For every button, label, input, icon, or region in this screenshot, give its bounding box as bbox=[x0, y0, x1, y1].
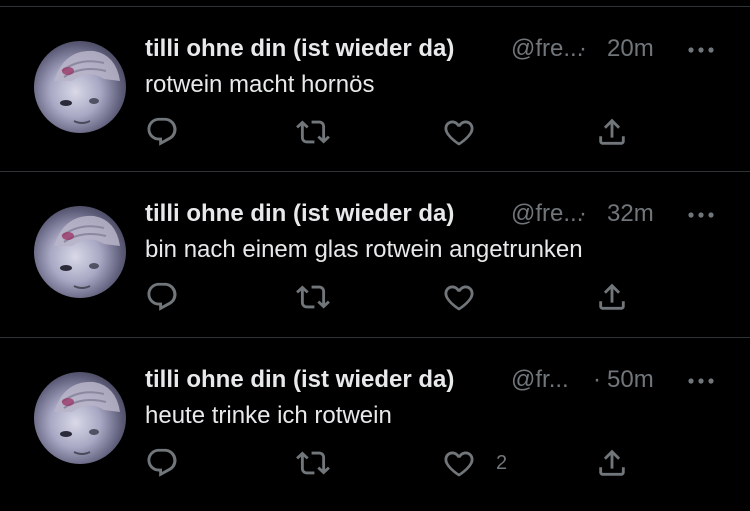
reply-icon bbox=[147, 282, 177, 311]
tweet-header: tilli ohne din (ist wieder da) @fre... ·… bbox=[145, 32, 750, 66]
tweet[interactable]: tilli ohne din (ist wieder da) @fr... · … bbox=[0, 338, 750, 511]
timestamp[interactable]: 50m bbox=[607, 363, 654, 397]
display-name[interactable]: tilli ohne din (ist wieder da) bbox=[145, 32, 454, 66]
user-handle[interactable]: @fre... bbox=[511, 32, 583, 66]
retweet-icon bbox=[296, 285, 330, 309]
separator: · bbox=[593, 366, 601, 393]
tweet-header: tilli ohne din (ist wieder da) @fr... · … bbox=[145, 363, 750, 397]
share-button[interactable] bbox=[595, 112, 629, 152]
tweet-header: tilli ohne din (ist wieder da) @fre... ·… bbox=[145, 197, 750, 231]
retweet-icon bbox=[296, 451, 330, 475]
share-button[interactable] bbox=[595, 277, 629, 317]
tweet-actions bbox=[145, 277, 645, 317]
tweet-text: bin nach einem glas rotwein angetrunken bbox=[145, 236, 583, 263]
separator: · bbox=[579, 200, 587, 227]
like-button[interactable]: 2 bbox=[442, 443, 507, 483]
share-button[interactable] bbox=[595, 443, 629, 483]
retweet-button[interactable] bbox=[296, 443, 330, 483]
more-icon[interactable] bbox=[685, 363, 717, 397]
tweet[interactable]: tilli ohne din (ist wieder da) @fre... ·… bbox=[0, 172, 750, 338]
like-button[interactable] bbox=[442, 277, 496, 317]
avatar[interactable] bbox=[34, 206, 126, 298]
tweet-actions: 2 bbox=[145, 443, 645, 483]
like-button[interactable] bbox=[442, 112, 496, 152]
reply-button[interactable] bbox=[145, 112, 179, 152]
tweet-text: heute trinke ich rotwein bbox=[145, 402, 392, 429]
share-icon bbox=[599, 283, 625, 310]
tweet[interactable]: tilli ohne din (ist wieder da) @fre... ·… bbox=[0, 6, 750, 172]
tweet-actions bbox=[145, 112, 645, 152]
avatar[interactable] bbox=[34, 372, 126, 464]
user-handle[interactable]: @fre... bbox=[511, 197, 583, 231]
user-handle[interactable]: @fr... bbox=[511, 363, 569, 397]
timeline: tilli ohne din (ist wieder da) @fre... ·… bbox=[0, 0, 750, 511]
separator: · bbox=[579, 35, 587, 62]
share-icon bbox=[599, 449, 625, 476]
timestamp[interactable]: 20m bbox=[607, 32, 654, 66]
reply-icon bbox=[147, 448, 177, 477]
retweet-icon bbox=[296, 120, 330, 144]
retweet-button[interactable] bbox=[296, 277, 330, 317]
reply-button[interactable] bbox=[145, 277, 179, 317]
timestamp[interactable]: 32m bbox=[607, 197, 654, 231]
heart-icon bbox=[444, 451, 474, 477]
more-icon[interactable] bbox=[685, 197, 717, 231]
retweet-button[interactable] bbox=[296, 112, 330, 152]
display-name[interactable]: tilli ohne din (ist wieder da) bbox=[145, 363, 454, 397]
tweet-text: rotwein macht hornös bbox=[145, 71, 375, 98]
like-count: 2 bbox=[496, 451, 508, 474]
share-icon bbox=[599, 118, 625, 145]
avatar[interactable] bbox=[34, 41, 126, 133]
heart-icon bbox=[444, 285, 474, 311]
reply-button[interactable] bbox=[145, 443, 179, 483]
more-icon[interactable] bbox=[685, 32, 717, 66]
display-name[interactable]: tilli ohne din (ist wieder da) bbox=[145, 197, 454, 231]
reply-icon bbox=[147, 117, 177, 146]
heart-icon bbox=[444, 120, 474, 146]
